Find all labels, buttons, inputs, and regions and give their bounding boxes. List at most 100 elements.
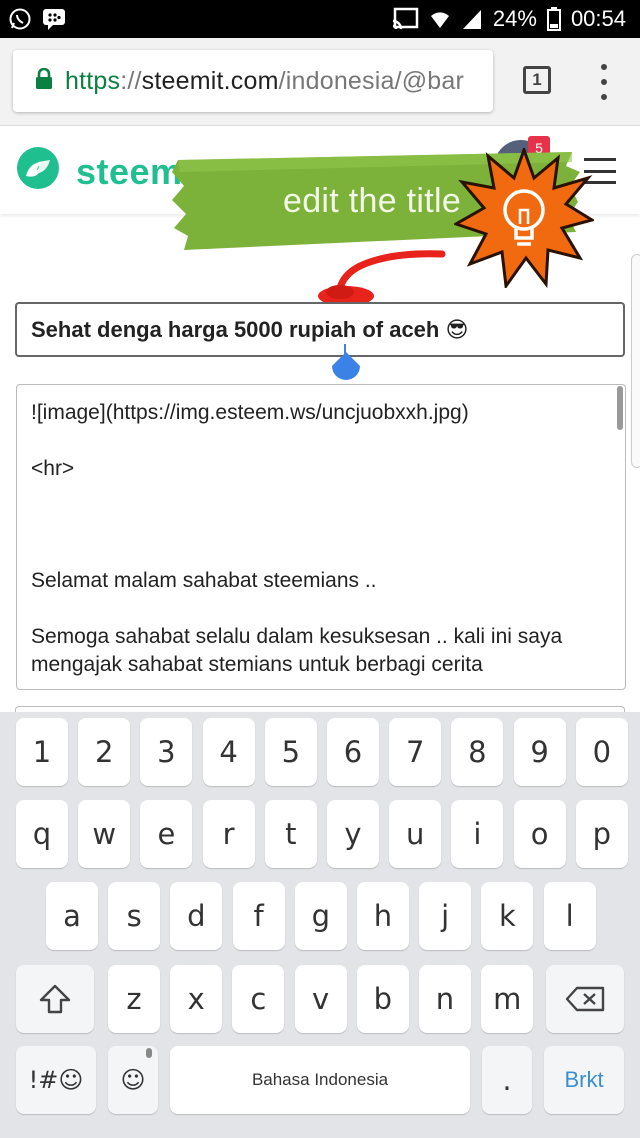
key-label: y <box>344 817 362 851</box>
key-label: 2 <box>94 735 114 769</box>
address-bar[interactable]: https://steemit.com/indonesia/@bar <box>13 50 493 112</box>
menu-dot <box>601 94 607 100</box>
key-1[interactable]: 1 <box>16 718 68 786</box>
key-label: c <box>250 982 267 1016</box>
key-label: r <box>222 817 235 851</box>
key-3[interactable]: 3 <box>140 718 193 786</box>
key-6[interactable]: 6 <box>327 718 379 786</box>
url-path: /indonesia/@bar <box>278 66 465 95</box>
symbols-key-label: !#☺ <box>28 1066 84 1094</box>
body-line: <hr> <box>31 457 75 480</box>
body-line <box>31 539 611 567</box>
key-label: l <box>565 899 574 933</box>
key-9[interactable]: 9 <box>513 718 566 786</box>
key-e[interactable]: e <box>140 800 193 868</box>
key-label: j <box>441 899 450 933</box>
key-s[interactable]: s <box>108 882 161 950</box>
key-5[interactable]: 5 <box>264 718 317 786</box>
menu-dot <box>601 64 607 70</box>
shift-key[interactable] <box>16 965 94 1033</box>
key-n[interactable]: n <box>419 965 471 1033</box>
key-t[interactable]: t <box>264 800 317 868</box>
tab-switcher-button[interactable]: 1 <box>523 66 551 94</box>
key-x[interactable]: x <box>170 965 223 1033</box>
status-left <box>8 7 66 31</box>
key-c[interactable]: c <box>232 965 285 1033</box>
body-line: Semoga sahabat selalu dalam kesuksesan .… <box>31 625 563 648</box>
post-body-editor[interactable]: ![image](https://img.esteem.ws/uncjuobxx… <box>16 384 626 690</box>
key-label: 9 <box>530 735 549 769</box>
key-label: m <box>493 982 522 1016</box>
key-i[interactable]: i <box>451 800 504 868</box>
key-w[interactable]: w <box>78 800 131 868</box>
period-key[interactable]: . <box>482 1046 532 1114</box>
key-label: o <box>530 817 549 851</box>
key-label: b <box>373 982 392 1016</box>
key-0[interactable]: 0 <box>575 718 628 786</box>
key-m[interactable]: m <box>481 965 534 1033</box>
body-line: mengajak sahabat stemians untuk berbagi … <box>31 653 483 676</box>
key-v[interactable]: v <box>294 965 347 1033</box>
key-label: t <box>285 817 297 851</box>
key-label: 3 <box>157 735 176 769</box>
key-label: g <box>311 899 330 933</box>
key-a[interactable]: a <box>46 882 98 950</box>
key-p[interactable]: p <box>575 800 628 868</box>
edge-panel-handle[interactable] <box>631 254 640 468</box>
key-d[interactable]: d <box>170 882 223 950</box>
key-label: i <box>473 817 482 851</box>
battery-percent: 24% <box>492 6 537 31</box>
key-label: e <box>157 817 176 851</box>
enter-key[interactable]: Brkt <box>544 1046 624 1114</box>
key-label: p <box>592 817 611 851</box>
key-u[interactable]: u <box>389 800 442 868</box>
url-scheme: https <box>65 66 121 95</box>
key-8[interactable]: 8 <box>451 718 504 786</box>
logo-text: steem <box>76 150 183 192</box>
key-y[interactable]: y <box>327 800 379 868</box>
editor-scrollbar[interactable] <box>617 386 623 430</box>
body-line <box>31 427 611 455</box>
key-l[interactable]: l <box>543 882 596 950</box>
key-label: x <box>187 982 205 1016</box>
tab-count: 1 <box>532 70 542 89</box>
browser-menu-button[interactable] <box>592 64 616 100</box>
period-key-label: . <box>502 1063 512 1097</box>
text-caret-handle[interactable] <box>330 344 362 384</box>
key-label: z <box>126 982 142 1016</box>
key-j[interactable]: j <box>419 882 472 950</box>
steem-logo[interactable]: steem <box>14 146 183 197</box>
key-label: 4 <box>219 735 238 769</box>
key-label: q <box>32 817 52 851</box>
clock: 00:54 <box>570 6 626 31</box>
space-key[interactable]: Bahasa Indonesia <box>170 1046 470 1114</box>
key-label: 6 <box>343 735 363 769</box>
symbols-key[interactable]: !#☺ <box>16 1046 96 1114</box>
key-label: 5 <box>281 735 301 769</box>
browser-toolbar: https://steemit.com/indonesia/@bar 1 <box>0 38 640 126</box>
body-line: ![image](https://img.esteem.ws/uncjuobxx… <box>31 401 469 424</box>
key-label: n <box>435 982 455 1016</box>
key-2[interactable]: 2 <box>78 718 131 786</box>
body-line <box>31 595 611 623</box>
key-label: d <box>187 899 206 933</box>
key-q[interactable]: q <box>16 800 68 868</box>
key-k[interactable]: k <box>481 882 534 950</box>
key-f[interactable]: f <box>232 882 285 950</box>
backspace-key[interactable] <box>546 965 624 1033</box>
key-z[interactable]: z <box>108 965 160 1033</box>
annotation-text: edit the title <box>283 182 462 220</box>
whatsapp-icon <box>8 7 32 31</box>
post-title-input[interactable]: Sehat denga harga 5000 rupiah of aceh 😎 <box>15 302 625 357</box>
key-label: h <box>373 899 393 933</box>
emoji-icon: ☺ <box>120 1066 146 1094</box>
key-o[interactable]: o <box>513 800 566 868</box>
key-4[interactable]: 4 <box>202 718 255 786</box>
key-7[interactable]: 7 <box>389 718 442 786</box>
url-text: https://steemit.com/indonesia/@bar <box>65 67 464 96</box>
key-h[interactable]: h <box>357 882 409 950</box>
key-b[interactable]: b <box>356 965 409 1033</box>
body-line: Selamat malam sahabat steemians .. <box>31 569 377 592</box>
key-r[interactable]: r <box>202 800 255 868</box>
key-g[interactable]: g <box>294 882 347 950</box>
